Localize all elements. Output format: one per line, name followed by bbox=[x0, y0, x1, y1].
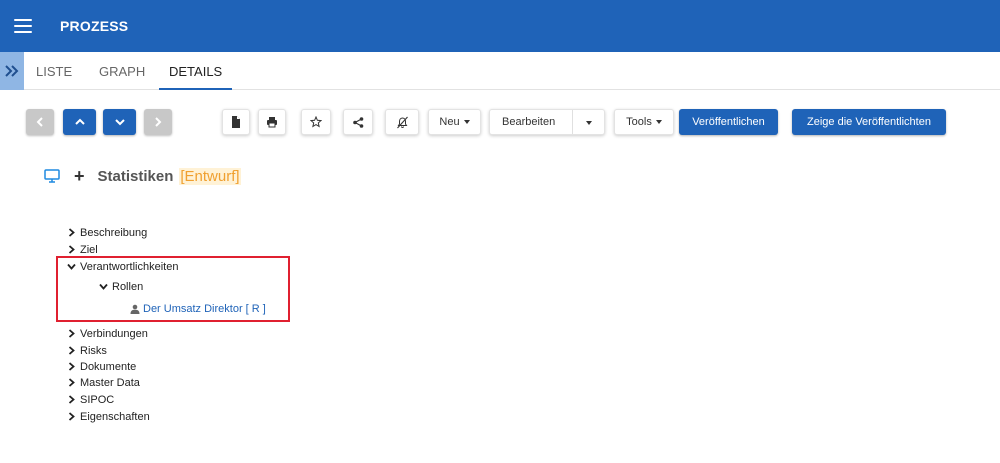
tree-item-eigenschaften[interactable]: Eigenschaften bbox=[67, 409, 150, 424]
page-title: Statistiken bbox=[97, 167, 174, 185]
chevron-right-icon bbox=[68, 228, 75, 237]
tree-item-label: SIPOC bbox=[80, 393, 115, 406]
chevron-down-icon bbox=[99, 283, 108, 290]
status-badge: [Entwurf] bbox=[179, 167, 241, 185]
tab-liste[interactable]: LISTE bbox=[36, 52, 72, 90]
printer-icon bbox=[267, 117, 277, 128]
new-button-label: Neu bbox=[439, 116, 460, 128]
prev-button[interactable] bbox=[26, 109, 54, 135]
tab-graph[interactable]: GRAPH bbox=[99, 52, 145, 90]
tree-item-ziel[interactable]: Ziel bbox=[67, 242, 98, 257]
add-icon[interactable]: + bbox=[74, 167, 85, 185]
move-up-button[interactable] bbox=[63, 109, 96, 135]
tree-item-role[interactable]: Der Umsatz Direktor [ R ] bbox=[130, 301, 266, 316]
chevron-right-icon bbox=[68, 346, 75, 355]
tree-item-master-data[interactable]: Master Data bbox=[67, 375, 140, 390]
tree-item-label: Verbindungen bbox=[80, 327, 148, 340]
tools-button-label: Tools bbox=[626, 116, 652, 128]
chevron-right-icon bbox=[68, 378, 75, 387]
tree-item-label: Beschreibung bbox=[80, 226, 148, 239]
tree-item-label: Eigenschaften bbox=[80, 410, 150, 423]
tools-dropdown-button[interactable]: Tools bbox=[614, 109, 674, 135]
show-published-button[interactable]: Zeige die Veröffentlichten bbox=[792, 109, 946, 135]
star-icon bbox=[310, 116, 322, 128]
chevron-right-icon bbox=[68, 412, 75, 421]
menu-icon[interactable] bbox=[14, 19, 32, 33]
tree-item-verbindungen[interactable]: Verbindungen bbox=[67, 326, 148, 341]
next-button[interactable] bbox=[144, 109, 172, 135]
new-dropdown-button[interactable]: Neu bbox=[428, 109, 481, 135]
chevron-right-icon bbox=[68, 395, 75, 404]
share-button[interactable] bbox=[343, 109, 373, 135]
tree-item-label: Verantwortlichkeiten bbox=[80, 260, 179, 273]
chevron-down-icon bbox=[67, 263, 76, 270]
chevron-down-icon bbox=[114, 119, 125, 126]
tree-item-verantwortlichkeiten[interactable]: Verantwortlichkeiten bbox=[67, 259, 178, 274]
chevron-right-icon bbox=[68, 329, 75, 338]
app-title: PROZESS bbox=[60, 18, 129, 34]
publish-button[interactable]: Veröffentlichen bbox=[679, 109, 778, 135]
split-divider bbox=[572, 110, 573, 134]
role-link[interactable]: Der Umsatz Direktor [ R ] bbox=[143, 303, 266, 315]
caret-down-icon bbox=[463, 120, 470, 124]
expand-panel-icon[interactable] bbox=[0, 52, 24, 90]
notifications-off-button[interactable] bbox=[385, 109, 419, 135]
tree-item-rollen[interactable]: Rollen bbox=[99, 279, 143, 294]
top-app-bar: PROZESS bbox=[0, 0, 1000, 52]
tree-item-sipoc[interactable]: SIPOC bbox=[67, 392, 114, 407]
edit-button-label: Bearbeiten bbox=[502, 116, 556, 128]
tab-bar: LISTE GRAPH DETAILS bbox=[0, 52, 1000, 90]
edit-split-button[interactable]: Bearbeiten bbox=[489, 109, 605, 135]
tree-item-beschreibung[interactable]: Beschreibung bbox=[67, 225, 147, 240]
share-icon bbox=[352, 116, 363, 128]
chevron-right-icon bbox=[68, 362, 75, 371]
document-button[interactable] bbox=[222, 109, 250, 135]
chevron-left-icon bbox=[36, 117, 43, 127]
favorite-button[interactable] bbox=[301, 109, 331, 135]
tree-item-label: Risks bbox=[80, 344, 107, 357]
chevron-up-icon bbox=[74, 118, 85, 125]
process-title-row: + Statistiken [Entwurf] bbox=[44, 165, 241, 187]
tree-item-dokumente[interactable]: Dokumente bbox=[67, 359, 136, 374]
tree-item-label: Master Data bbox=[80, 376, 140, 389]
tree-item-label: Rollen bbox=[112, 280, 144, 293]
chevron-right-icon bbox=[155, 117, 162, 127]
chevron-right-icon bbox=[68, 245, 75, 254]
user-icon bbox=[130, 304, 140, 314]
caret-down-icon bbox=[655, 120, 662, 124]
edit-dropdown-caret-icon[interactable] bbox=[586, 121, 592, 125]
print-button[interactable] bbox=[258, 109, 286, 135]
tree-item-label: Ziel bbox=[80, 243, 98, 256]
monitor-icon bbox=[44, 169, 60, 183]
bell-slash-icon bbox=[396, 116, 408, 128]
tree-item-risks[interactable]: Risks bbox=[67, 343, 107, 358]
move-down-button[interactable] bbox=[103, 109, 136, 135]
tree-item-label: Dokumente bbox=[80, 360, 137, 373]
tab-details[interactable]: DETAILS bbox=[158, 52, 233, 90]
file-icon bbox=[232, 116, 240, 128]
